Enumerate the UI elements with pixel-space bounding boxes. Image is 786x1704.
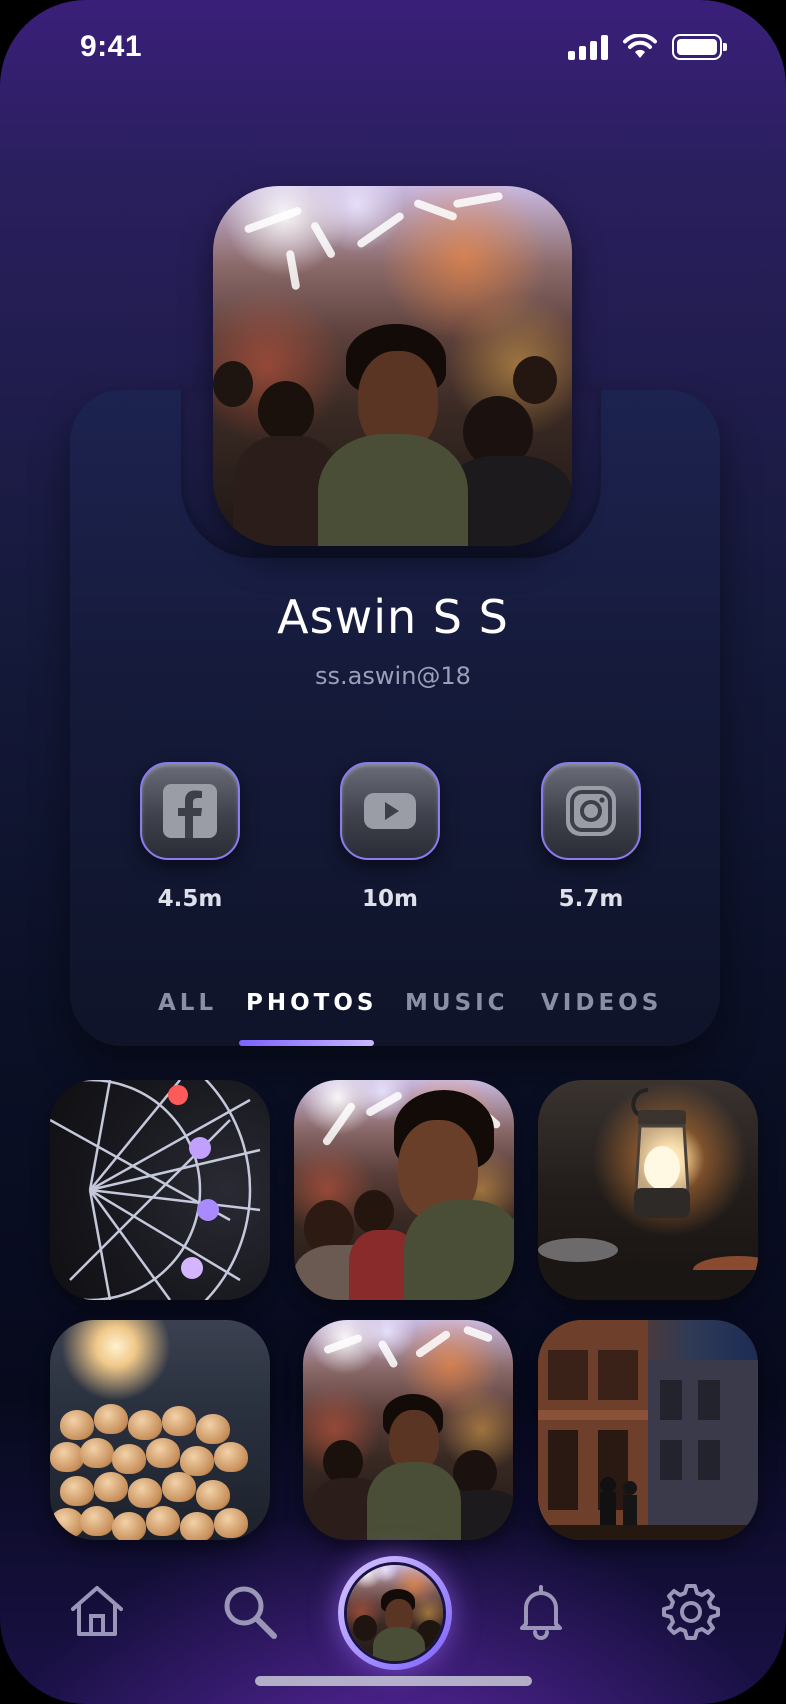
boy-in-crowd-photo [303,1320,513,1540]
profile-name: Aswin S S [277,590,509,644]
tab-music[interactable]: MUSIC [405,990,509,1016]
settings-button[interactable] [662,1582,720,1640]
photo-tile[interactable] [50,1320,270,1540]
facebook-count: 4.5m [157,886,223,912]
tab-all[interactable]: ALL [158,990,217,1016]
youtube-count: 10m [362,886,418,912]
tab-photos[interactable]: PHOTOS [246,990,377,1016]
photo-tile[interactable] [538,1080,758,1300]
instagram-icon [566,786,616,836]
facebook-icon [163,784,217,838]
facebook-button[interactable] [140,762,240,860]
home-indicator[interactable] [255,1676,532,1686]
profile-handle: ss.aswin@18 [315,662,471,690]
search-icon [224,1586,277,1639]
home-button[interactable] [68,1582,126,1640]
status-time: 9:41 [80,30,143,63]
tab-videos[interactable]: VIDEOS [541,990,662,1016]
active-tab-indicator [239,1040,374,1046]
photo-tile[interactable] [303,1320,513,1540]
wifi-icon [623,34,657,58]
notifications-button[interactable] [512,1582,570,1640]
battery-icon [672,34,727,60]
ferris-wheel-photo [50,1080,270,1300]
gear-icon [662,1584,720,1640]
youtube-button[interactable] [340,762,440,860]
search-button[interactable] [220,1582,278,1640]
instagram-button[interactable] [541,762,641,860]
cellular-signal-icon [568,34,608,60]
street-night-photo [538,1320,758,1540]
profile-photo-image [213,186,572,546]
photo-tile[interactable] [50,1080,270,1300]
boy-at-fair-photo [294,1080,514,1300]
snacks-photo [50,1320,270,1540]
status-icons [568,34,727,60]
avatar [347,1565,443,1661]
profile-screen: 9:41 Aswin S S ss.aswin@18 4.5m 10m 5.7m… [0,0,786,1704]
home-icon [71,1586,123,1636]
profile-avatar-button[interactable] [338,1556,452,1670]
photo-tile[interactable] [294,1080,514,1300]
instagram-count: 5.7m [558,886,624,912]
youtube-icon [364,793,416,829]
profile-photo[interactable] [213,186,572,546]
lantern-photo [538,1080,758,1300]
photo-tile[interactable] [538,1320,758,1540]
bell-icon [520,1585,562,1640]
